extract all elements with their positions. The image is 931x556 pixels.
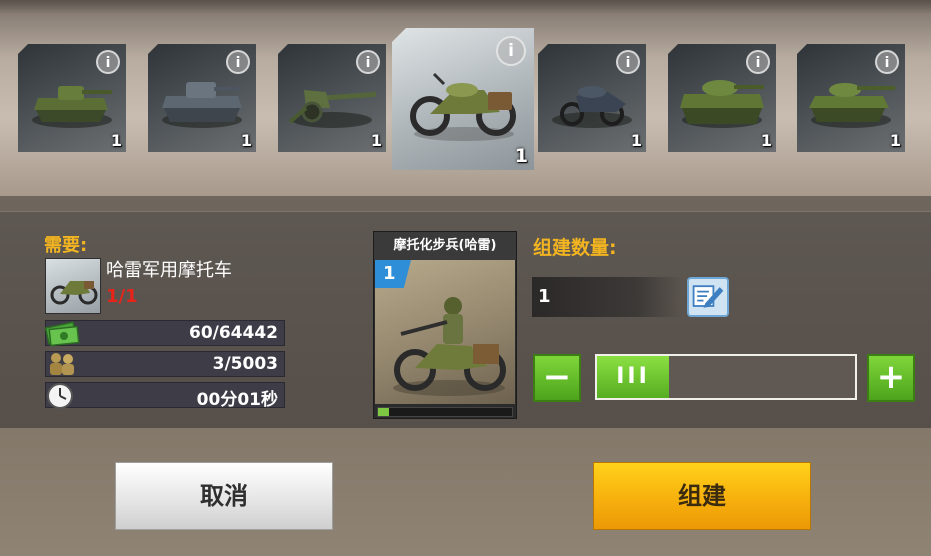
decrease-quantity-button[interactable]: − bbox=[533, 354, 581, 402]
info-button[interactable]: i bbox=[356, 50, 380, 74]
info-button[interactable]: i bbox=[875, 50, 899, 74]
resource-row-cash: 60/64442 bbox=[44, 320, 285, 347]
unit-card-light-tank[interactable]: i 1 bbox=[18, 44, 126, 152]
unit-card-sidecar-motorcycle[interactable]: i 1 bbox=[538, 44, 646, 152]
unit-card-panzer-tank[interactable]: i 1 bbox=[148, 44, 256, 152]
unit-count: 1 bbox=[370, 131, 382, 150]
increase-quantity-button[interactable]: + bbox=[867, 354, 915, 402]
required-item-name: 哈雷军用摩托车 bbox=[106, 260, 232, 281]
unit-card-motorcycle[interactable]: i 1 bbox=[392, 28, 534, 170]
time-value: 00分01秒 bbox=[196, 390, 278, 410]
required-item-count: 1/1 bbox=[106, 286, 138, 307]
unit-count: 1 bbox=[760, 131, 772, 150]
info-button[interactable]: i bbox=[746, 50, 770, 74]
unit-progress-bar bbox=[377, 407, 513, 417]
unit-count: 1 bbox=[889, 131, 901, 150]
info-button[interactable]: i bbox=[226, 50, 250, 74]
info-button[interactable]: i bbox=[96, 50, 120, 74]
soldiers-icon bbox=[50, 353, 74, 375]
cancel-button[interactable]: 取消 bbox=[115, 462, 333, 530]
quantity-slider[interactable]: III bbox=[595, 354, 857, 400]
build-button[interactable]: 组建 bbox=[593, 462, 811, 530]
clock-icon bbox=[47, 383, 73, 409]
unit-count: 1 bbox=[514, 145, 528, 167]
unit-title: 摩托化步兵(哈雷) bbox=[374, 232, 516, 260]
edit-quantity-button[interactable] bbox=[687, 277, 729, 317]
motorcycle-icon bbox=[50, 281, 98, 305]
info-button[interactable]: i bbox=[496, 36, 526, 66]
cash-value: 60/64442 bbox=[188, 323, 278, 343]
info-button[interactable]: i bbox=[616, 50, 640, 74]
required-item-thumbnail bbox=[45, 258, 101, 314]
unit-progress-fill bbox=[378, 408, 389, 416]
top-shadow bbox=[0, 0, 931, 14]
resource-row-soldiers: 3/5003 bbox=[45, 351, 285, 377]
unit-count: 1 bbox=[240, 131, 252, 150]
quantity-input[interactable]: 1 bbox=[532, 277, 682, 317]
cash-icon bbox=[44, 321, 80, 347]
edit-icon bbox=[692, 285, 724, 308]
quantity-slider-handle[interactable]: III bbox=[597, 356, 669, 398]
requirements-label: 需要: bbox=[44, 235, 88, 256]
unit-count: 1 bbox=[630, 131, 642, 150]
motorcycle-icon bbox=[410, 72, 516, 141]
unit-detail-card: 摩托化步兵(哈雷) 1 bbox=[373, 231, 517, 419]
unit-count: 1 bbox=[110, 131, 122, 150]
unit-card-t34-tank[interactable]: i 1 bbox=[797, 44, 905, 152]
resource-row-time: 00分01秒 bbox=[45, 382, 285, 410]
unit-card-field-gun[interactable]: i 1 bbox=[278, 44, 386, 152]
unit-card-medium-tank[interactable]: i 1 bbox=[668, 44, 776, 152]
build-quantity-label: 组建数量: bbox=[533, 237, 617, 259]
soldiers-value: 3/5003 bbox=[212, 354, 278, 374]
